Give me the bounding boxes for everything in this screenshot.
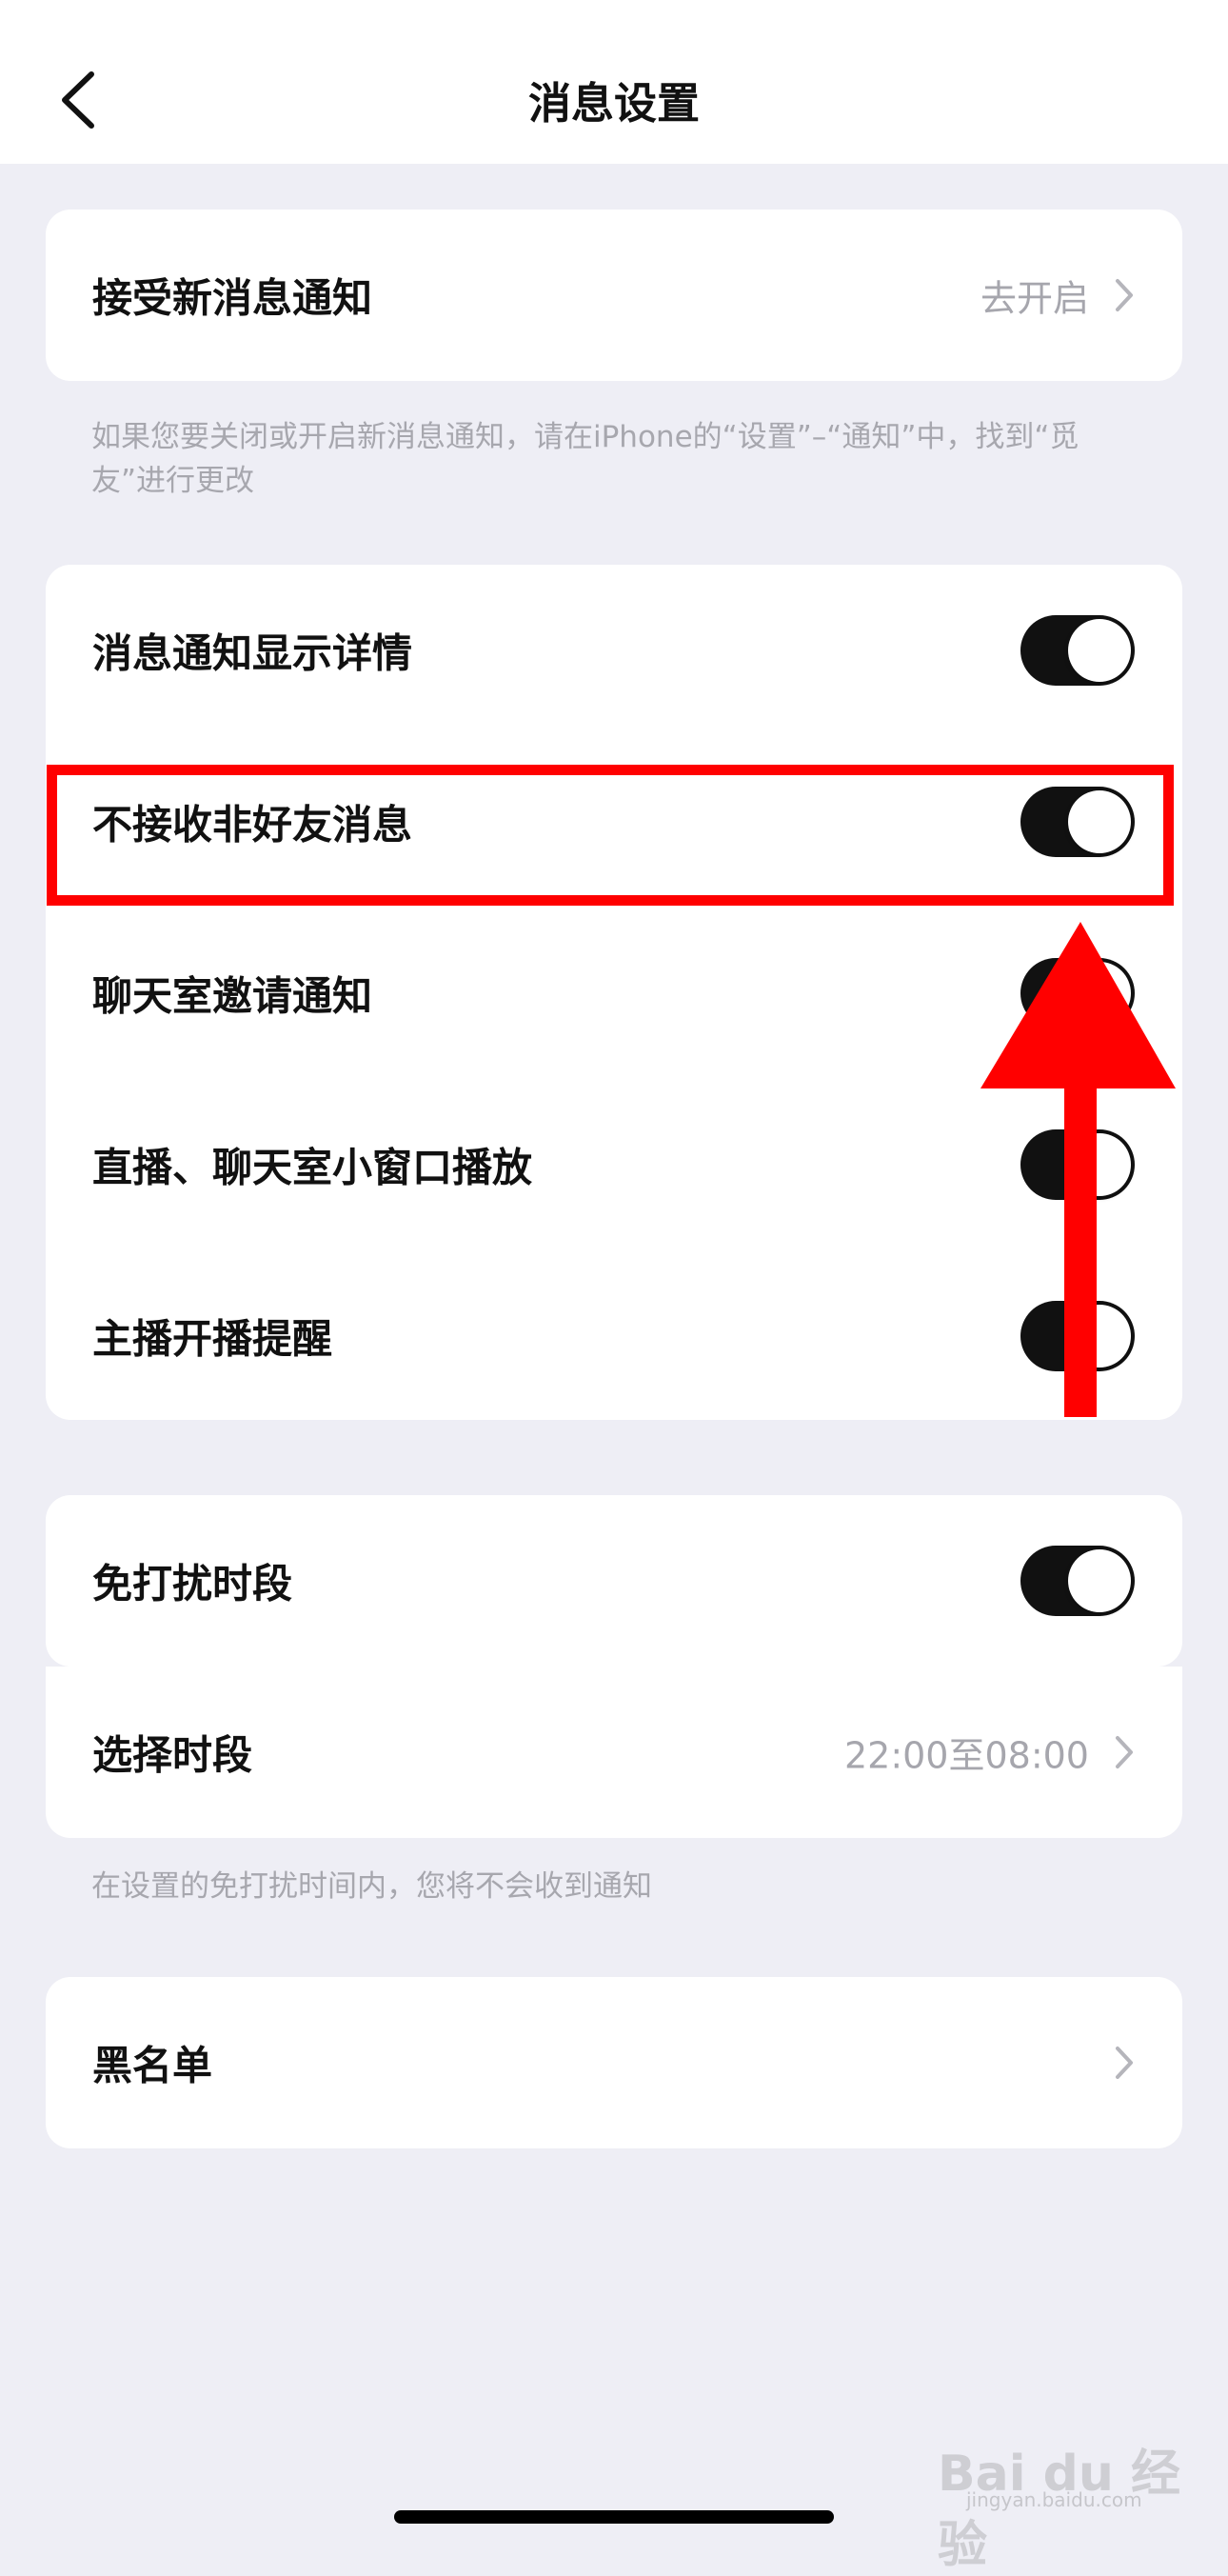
dnd-period-card: 选择时段 22:00至08:00	[46, 1667, 1182, 1838]
baidu-watermark: Bai du 经验 jingyan.baidu.com	[938, 2433, 1228, 2576]
row-label: 消息通知显示详情	[92, 629, 413, 677]
dnd-toggle[interactable]	[1020, 1546, 1135, 1616]
notification-note: 如果您要关闭或开启新消息通知，请在iPhone的“设置”–“通知”中，找到“觅友…	[91, 420, 1079, 498]
chevron-right-icon	[1116, 1736, 1133, 1768]
row-label: 主播开播提醒	[92, 1315, 333, 1363]
row-label: 直播、聊天室小窗口播放	[92, 1144, 533, 1191]
show-details-toggle[interactable]	[1020, 615, 1135, 686]
nav-bar: 消息设置	[0, 0, 1228, 164]
chevron-right-icon	[1116, 2047, 1133, 2079]
home-indicator[interactable]	[394, 2510, 834, 2524]
row-label: 黑名单	[92, 2042, 213, 2089]
page-title: 消息设置	[527, 78, 700, 129]
accept-notifications-row[interactable]: 接受新消息通知 去开启	[46, 210, 1182, 381]
toggle-knob	[1068, 1549, 1131, 1612]
blacklist-row[interactable]: 黑名单	[46, 1977, 1182, 2148]
period-value: 22:00至08:00	[843, 1734, 1089, 1777]
red-arrow-icon	[980, 922, 1176, 1417]
row-label: 聊天室邀请通知	[92, 972, 373, 1020]
select-period-row[interactable]: 选择时段 22:00至08:00	[46, 1667, 1182, 1838]
dnd-note: 在设置的免打扰时间内，您将不会收到通知	[91, 1869, 652, 1904]
notification-card: 接受新消息通知 去开启	[46, 210, 1182, 381]
dnd-row: 免打扰时段	[46, 1495, 1182, 1667]
chevron-right-icon	[1116, 279, 1133, 311]
toggle-row: 消息通知显示详情	[46, 565, 1182, 736]
row-label: 选择时段	[92, 1731, 253, 1779]
dnd-card: 免打扰时段	[46, 1495, 1182, 1667]
toggle-knob	[1068, 619, 1131, 682]
row-label: 接受新消息通知	[92, 274, 373, 322]
highlight-box	[47, 765, 1174, 906]
watermark-url: jingyan.baidu.com	[966, 2488, 1142, 2511]
row-value: 去开启	[980, 277, 1089, 320]
blacklist-card: 黑名单	[46, 1977, 1182, 2148]
row-label: 免打扰时段	[92, 1560, 293, 1608]
